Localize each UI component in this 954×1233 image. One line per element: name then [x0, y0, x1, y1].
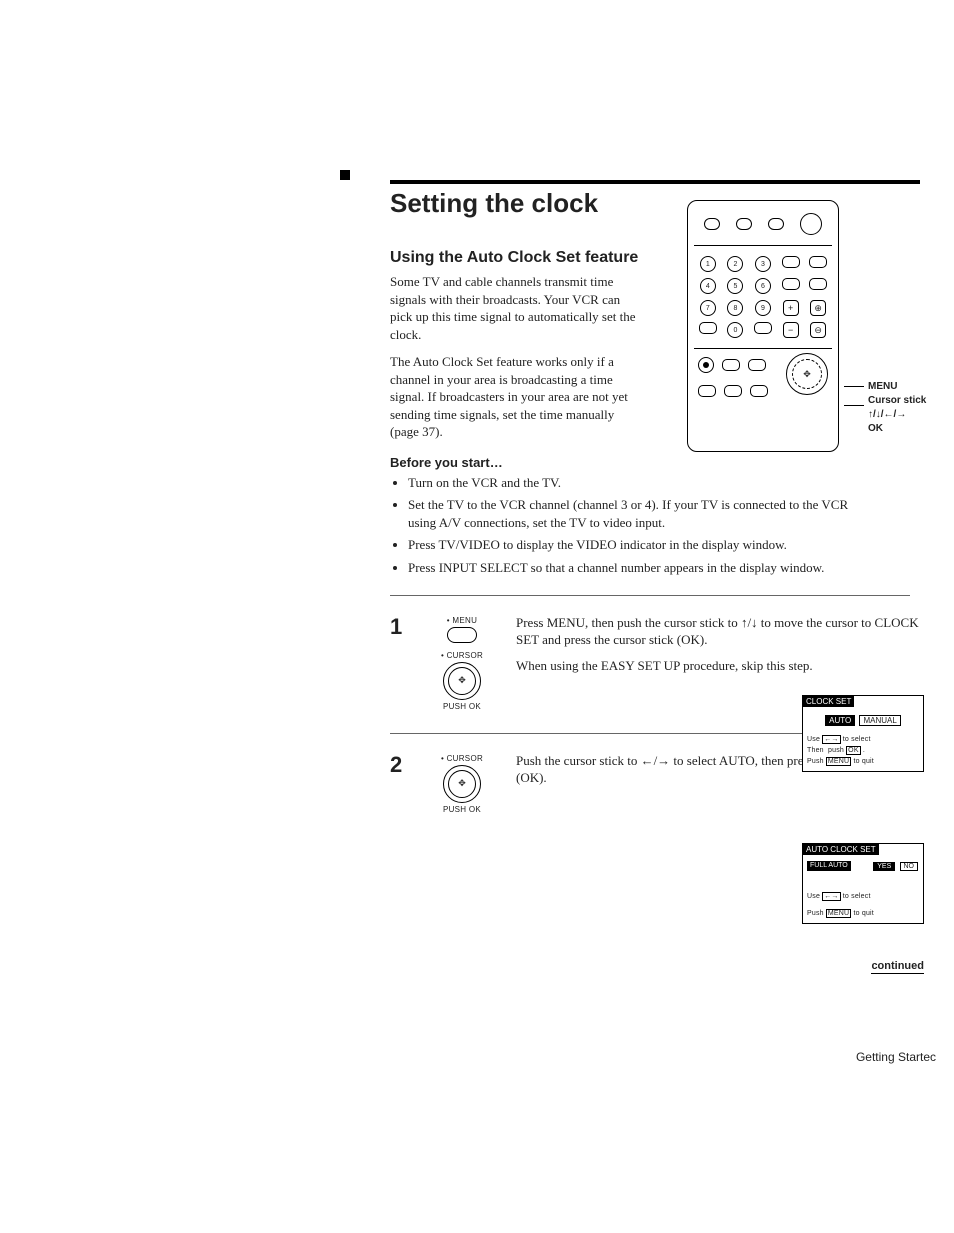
- step-number: 2: [390, 752, 408, 816]
- before-item: Press INPUT SELECT so that a channel num…: [408, 559, 878, 577]
- digit-6: 6: [755, 278, 771, 294]
- step-icon: • MENU • CURSOR ✥ PUSH OK: [422, 614, 502, 713]
- pill-icon: [782, 278, 800, 290]
- stop-icon: [722, 359, 740, 371]
- separator: [390, 595, 910, 596]
- pill-icon: [754, 322, 772, 334]
- cursor-stick-icon: ✥: [443, 765, 481, 803]
- continued-label: continued: [871, 960, 924, 974]
- osd-row-label: FULL AUTO: [807, 861, 851, 871]
- bullet-decor: [340, 170, 350, 180]
- legend-arrows: ↑/↓/←/→: [868, 409, 906, 420]
- digit-2: 2: [727, 256, 743, 272]
- osd-hint: Use ←→ to select: [803, 891, 923, 902]
- legend-cursor: Cursor stick: [868, 395, 926, 406]
- osd-title: AUTO CLOCK SET: [803, 844, 879, 855]
- before-list: Turn on the VCR and the TV. Set the TV t…: [390, 474, 878, 577]
- legend-ok: OK: [868, 423, 883, 434]
- digit-5: 5: [727, 278, 743, 294]
- remote-diagram: 1 2 3 4 5 6 7 8 9 + ⊕ 0 − ⊖ ✥: [687, 200, 839, 452]
- eject-icon: [704, 218, 720, 230]
- tv-icon: [768, 218, 784, 230]
- pill-icon: [809, 278, 827, 290]
- minus-icon: ⊖: [810, 322, 826, 338]
- before-item: Set the TV to the VCR channel (channel 3…: [408, 496, 878, 532]
- digit-3: 3: [755, 256, 771, 272]
- cursor-label: • CURSOR: [422, 754, 502, 763]
- before-item: Turn on the VCR and the TV.: [408, 474, 878, 492]
- menu-button-icon: [447, 627, 477, 643]
- digit-7: 7: [700, 300, 716, 316]
- rew-icon: [698, 385, 716, 397]
- cursor-label: • CURSOR: [422, 651, 502, 660]
- pill-icon: [699, 322, 717, 334]
- osd-hint: Then push OK .: [803, 745, 923, 756]
- osd-auto-clock-set: AUTO CLOCK SET FULL AUTO YES NO Use ←→ t…: [802, 843, 924, 924]
- step-icon: • CURSOR ✥ PUSH OK: [422, 752, 502, 816]
- remote-legend: MENU Cursor stick ↑/↓/←/→ OK: [844, 200, 932, 436]
- step-text: Press MENU, then push the cursor stick t…: [516, 614, 920, 649]
- osd-option: NO: [900, 862, 919, 871]
- osd-option: MANUAL: [859, 715, 900, 726]
- osd-option: YES: [873, 862, 895, 871]
- osd-option: AUTO: [825, 715, 855, 726]
- before-item: Press TV/VIDEO to display the VIDEO indi…: [408, 536, 878, 554]
- push-ok-label: PUSH OK: [422, 805, 502, 814]
- menu-label: • MENU: [422, 616, 502, 625]
- pause-icon: [748, 359, 766, 371]
- digit-1: 1: [700, 256, 716, 272]
- osd-clock-set: CLOCK SET AUTO MANUAL Use ←→ to select T…: [802, 695, 924, 772]
- cursor-stick-icon: ✥: [443, 662, 481, 700]
- osd-title: CLOCK SET: [803, 696, 854, 707]
- section-heading: Using the Auto Clock Set feature: [390, 249, 640, 267]
- minus-icon: −: [783, 322, 799, 338]
- plus-icon: ⊕: [810, 300, 826, 316]
- intro-p2: The Auto Clock Set feature works only if…: [390, 353, 640, 441]
- record-icon: [698, 357, 714, 373]
- ff-icon: [724, 385, 742, 397]
- before-heading: Before you start…: [390, 455, 924, 470]
- menu-button-icon: [750, 385, 768, 397]
- digit-9: 9: [755, 300, 771, 316]
- intro-p1: Some TV and cable channels transmit time…: [390, 273, 640, 343]
- push-ok-label: PUSH OK: [422, 702, 502, 711]
- osd-hint: Push MENU to quit: [803, 756, 923, 767]
- legend-menu: MENU: [868, 381, 897, 392]
- step-number: 1: [390, 614, 408, 713]
- step-text: When using the EASY SET UP procedure, sk…: [516, 657, 920, 675]
- osd-hint: Use ←→ to select: [803, 734, 923, 745]
- footer-text: Getting Startec: [856, 1050, 936, 1064]
- top-rule: [390, 180, 920, 184]
- digit-4: 4: [700, 278, 716, 294]
- power-icon: [736, 218, 752, 230]
- pill-icon: [809, 256, 827, 268]
- digit-0: 0: [727, 322, 743, 338]
- plus-icon: +: [783, 300, 799, 316]
- digit-8: 8: [727, 300, 743, 316]
- number-pad: 1 2 3 4 5 6 7 8 9 + ⊕ 0 − ⊖: [688, 248, 838, 346]
- pill-icon: [782, 256, 800, 268]
- circle-icon: [800, 213, 822, 235]
- osd-hint: Push MENU to quit: [803, 908, 923, 919]
